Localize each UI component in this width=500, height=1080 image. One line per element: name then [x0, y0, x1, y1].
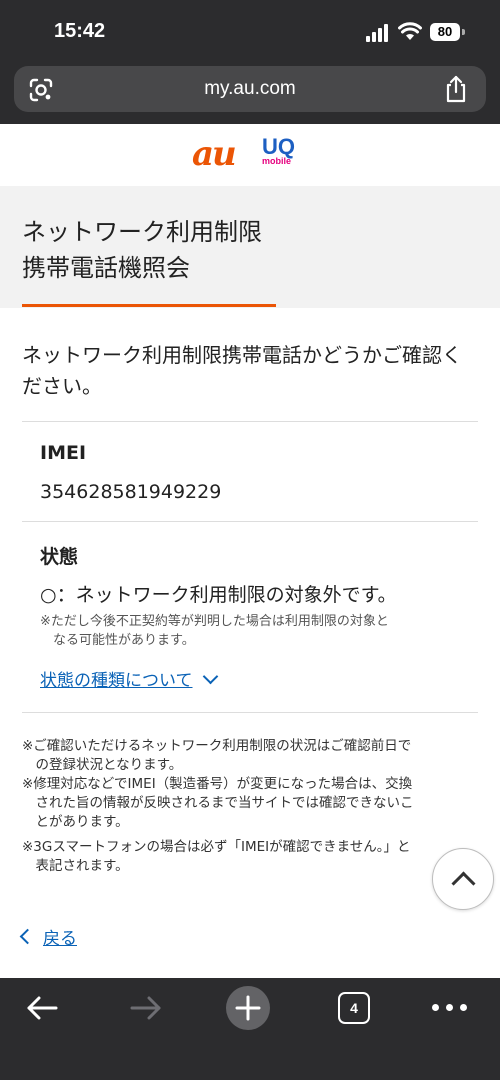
imei-value: 354628581949229 [40, 481, 222, 503]
intro-line1: ネットワーク利用制限携帯電話かどうかご確認く [22, 343, 462, 367]
footnote-line: ※ご確認いただけるネットワーク利用制限の状況はご確認前日で [22, 738, 412, 754]
tabs-button[interactable]: 4 [338, 992, 370, 1024]
footnote-line: の登録状況となります。 [22, 757, 183, 773]
battery-indicator: 80 [430, 23, 460, 41]
status-label: 状態 [40, 546, 79, 568]
back-link[interactable]: 戻る [19, 924, 77, 949]
footnote-line: された旨の情報が反映されるまで当サイトでは確認できないこ [22, 795, 414, 811]
new-tab-button[interactable] [226, 986, 270, 1030]
au-logo[interactable]: au [192, 134, 237, 174]
footnote-line: 表記されます。 [22, 858, 129, 874]
more-icon[interactable] [430, 1004, 470, 1012]
status-types-link-text: 状態の種類について [40, 671, 193, 691]
wifi-icon [398, 22, 422, 40]
back-arrow-icon[interactable] [24, 992, 60, 1024]
uq-mobile-logo[interactable]: UQ mobile [262, 134, 302, 167]
browser-address-area: my.au.com [0, 64, 500, 124]
status-note-line1: ※ただし今後不正契約等が判明した場合は利用制限の対象と [40, 614, 389, 629]
signal-icon [366, 24, 390, 42]
address-bar[interactable]: my.au.com [14, 66, 486, 112]
status-note: ※ただし今後不正契約等が判明した場合は利用制限の対象と なる可能性があります。 [40, 612, 460, 650]
footnote-line: ※3Gスマートフォンの場合は必ず「IMEIが確認できません。」と [22, 839, 411, 855]
imei-label: IMEI [40, 442, 87, 464]
chevron-up-icon [451, 871, 476, 896]
title-accent-underline [22, 304, 276, 307]
header-logos: au UQ mobile [0, 124, 500, 186]
url-text: my.au.com [204, 78, 296, 99]
uq-logo-subtext: mobile [262, 156, 292, 166]
page-title-line1: ネットワーク利用制限 [22, 218, 262, 246]
divider [22, 521, 478, 522]
status-note-line2: なる可能性があります。 [53, 633, 195, 648]
scroll-to-top-button[interactable] [432, 848, 494, 910]
divider [22, 421, 478, 422]
divider [22, 712, 478, 713]
battery-tip [462, 29, 465, 35]
share-icon[interactable] [442, 74, 470, 104]
forward-arrow-icon[interactable] [128, 992, 164, 1024]
intro-line2: ださい。 [22, 374, 102, 398]
footnote-line: ※修理対応などでIMEI（製造番号）が変更になった場合は、交換 [22, 776, 413, 792]
back-link-text: 戻る [43, 929, 77, 949]
chevron-down-icon [202, 668, 218, 685]
plus-icon [235, 995, 261, 1021]
uq-logo-text: UQ [262, 134, 295, 159]
status-types-link[interactable]: 状態の種類について [40, 666, 218, 691]
browser-toolbar: 4 [0, 978, 500, 1080]
footnote-line: とがあります。 [22, 814, 129, 830]
chevron-left-icon [19, 928, 36, 945]
status-bar: 15:42 80 [0, 0, 500, 64]
status-value: ○：ネットワーク利用制限の対象外です。 [40, 584, 397, 606]
page-title-line2: 携帯電話機照会 [22, 254, 190, 282]
page-title-area: ネットワーク利用制限 携帯電話機照会 [0, 186, 500, 308]
status-time: 15:42 [54, 20, 106, 42]
intro-text: ネットワーク利用制限携帯電話かどうかご確認く ださい。 [22, 340, 482, 402]
